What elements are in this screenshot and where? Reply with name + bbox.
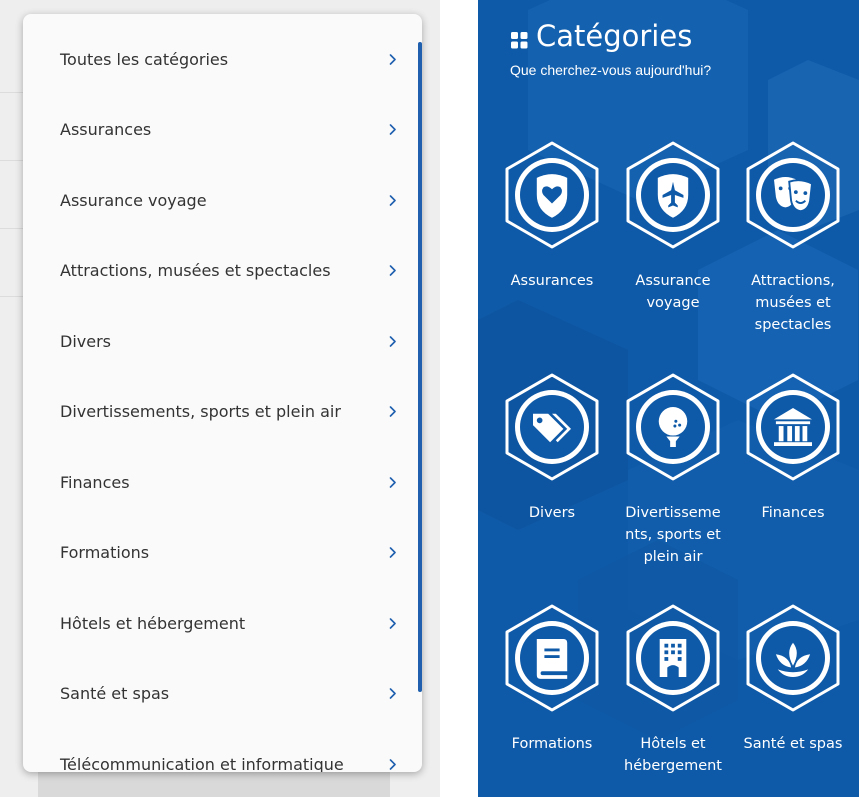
chevron-right-icon (389, 124, 397, 135)
list-item-label: Divertissements, sports et plein air (60, 401, 341, 421)
category-tile-label-line: Santé et spas (743, 736, 843, 752)
category-tile-label: Assurance voyage (607, 270, 739, 314)
list-item[interactable]: Assurance voyage (23, 165, 418, 235)
hotel-building-icon (625, 603, 721, 718)
chevron-right-icon (389, 265, 397, 276)
list-item-label: Formations (60, 542, 150, 562)
category-tile-label-line: Assurances (510, 273, 594, 289)
list-item[interactable]: Santé et spas (23, 658, 418, 728)
category-tile-label-line: Divertisseme (625, 505, 721, 521)
chevron-right-icon (389, 547, 397, 558)
list-item[interactable]: Assurances (23, 94, 418, 164)
category-tile-label: Assurances (486, 270, 618, 292)
list-item-label: Divers (60, 331, 111, 351)
chevron-right-icon (389, 336, 397, 347)
book-icon (504, 603, 600, 718)
heart-shield-icon (504, 140, 600, 255)
list-item[interactable]: Télécommunication et informatique (23, 729, 418, 772)
category-tile-label: Formations (486, 733, 618, 755)
list-item-label: Toutes les catégories (60, 49, 229, 69)
lotus-icon (745, 603, 841, 718)
chevron-right-icon (389, 477, 397, 488)
chevron-right-icon (389, 759, 397, 770)
chevron-right-icon (389, 406, 397, 417)
category-tile-label: Hôtels et hébergement (607, 733, 739, 777)
theater-masks-icon (745, 140, 841, 255)
category-tile-label-line: voyage (646, 295, 700, 311)
categories-panel: Catégories Que cherchez-vous aujourd'hui… (478, 0, 859, 797)
category-tile-label-line: hébergement (624, 758, 722, 774)
list-item-label: Télécommunication et informatique (60, 754, 344, 773)
bank-icon (745, 372, 841, 487)
list-item[interactable]: Divers (23, 306, 418, 376)
chevron-right-icon (389, 688, 397, 699)
plane-shield-icon (625, 140, 721, 255)
chevron-right-icon (389, 195, 397, 206)
category-tile-label: Finances (727, 502, 859, 524)
category-tile-label: Attractions, musées et spectacles (727, 270, 859, 336)
tags-icon (504, 372, 600, 487)
list-item-label: Assurances (60, 119, 152, 139)
list-item[interactable]: Finances (23, 447, 418, 517)
list-item[interactable]: Divertissements, sports et plein air (23, 376, 418, 446)
list-item[interactable]: Attractions, musées et spectacles (23, 235, 418, 305)
category-tile-label-line: Attractions, (751, 273, 835, 289)
category-tile-label-line: Hôtels et (640, 736, 706, 752)
list-item-label: Hôtels et hébergement (60, 613, 246, 633)
list-item-label: Finances (60, 472, 130, 492)
category-tile-label: Santé et spas (727, 733, 859, 755)
category-tile-label-line: Finances (761, 505, 825, 521)
scrollbar[interactable] (418, 42, 422, 692)
golf-ball-icon (625, 372, 721, 487)
category-tile-label-line: plein air (643, 549, 703, 565)
list-item-label: Assurance voyage (60, 190, 207, 210)
list-item[interactable]: Hôtels et hébergement (23, 588, 418, 658)
category-list-panel: Toutes les catégories Assurances Assurance… (23, 14, 422, 772)
category-tile-label: Divertisseme nts, sports et plein air (607, 502, 739, 568)
chevron-right-icon (389, 54, 397, 65)
category-tile-label-line: Formations (511, 736, 593, 752)
list-item[interactable]: Toutes les catégories (23, 24, 418, 94)
category-tile-label-line: musées et (755, 295, 831, 311)
category-tile-label-line: spectacles (754, 317, 832, 333)
page-subtitle: Que cherchez-vous aujourd'hui? (510, 62, 712, 78)
bottom-strip (38, 772, 390, 797)
chevron-right-icon (389, 618, 397, 629)
category-tile-label-line: nts, sports et (625, 527, 721, 543)
page-title: Catégories (536, 19, 693, 53)
grid-icon (511, 32, 528, 49)
list-item[interactable]: Formations (23, 517, 418, 587)
category-tile-label-line: Assurance (635, 273, 711, 289)
category-tile-label-line: Divers (528, 505, 576, 521)
list-item-label: Santé et spas (60, 683, 170, 703)
list-item-label: Attractions, musées et spectacles (60, 260, 331, 280)
category-tile-label: Divers (486, 502, 618, 524)
